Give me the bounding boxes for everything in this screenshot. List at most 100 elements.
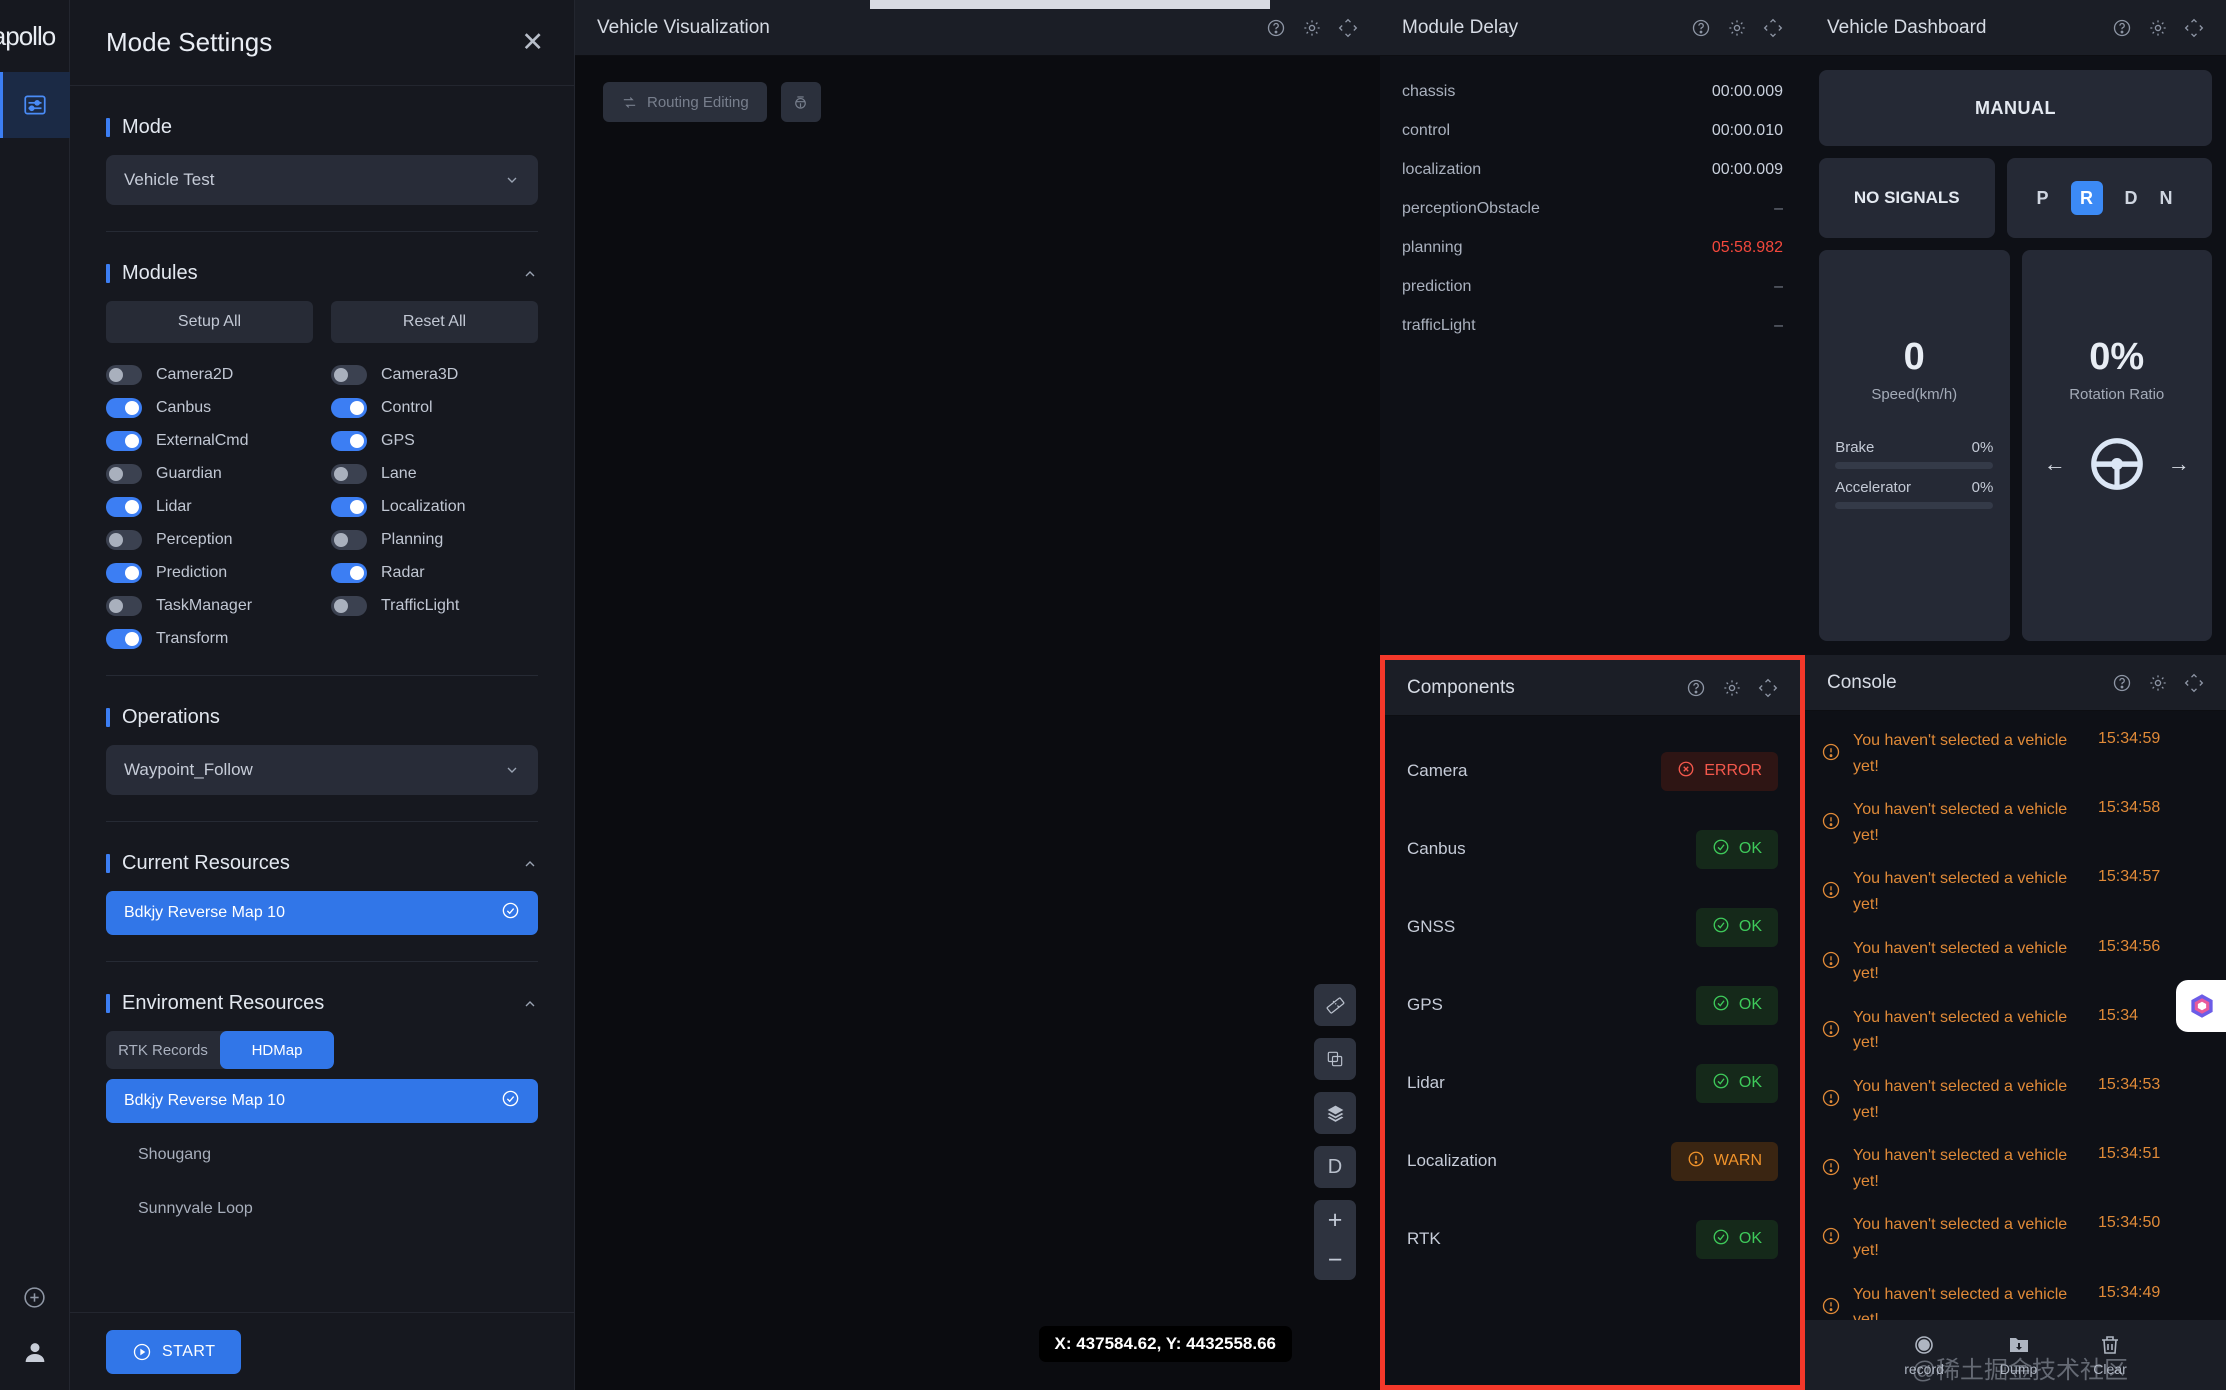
record-button[interactable]: record [1904,1333,1944,1377]
move-icon[interactable] [1338,18,1358,38]
setup-all-button[interactable]: Setup All [106,301,313,343]
toggle-switch[interactable] [331,464,367,484]
console-timestamp: 15:34:56 [2098,937,2161,955]
chevron-down-icon [507,177,517,183]
module-toggle-radar[interactable]: Radar [331,563,538,583]
gear-icon[interactable] [1727,18,1747,38]
console-message: You haven't selected a vehicle yet! [1853,1216,2068,1259]
module-toggle-taskmanager[interactable]: TaskManager [106,596,313,616]
toggle-switch[interactable] [331,398,367,418]
record-icon [1915,1336,1933,1354]
toggle-switch[interactable] [106,464,142,484]
help-icon[interactable] [2112,18,2132,38]
start-button[interactable]: START [106,1329,242,1374]
gear-option-D[interactable]: D [2125,188,2138,209]
module-toggle-externalcmd[interactable]: ExternalCmd [106,431,313,451]
toggle-switch[interactable] [331,596,367,616]
rail-item-add[interactable] [22,1285,47,1315]
brake-bar [1835,462,1994,469]
module-toggle-perception[interactable]: Perception [106,530,313,550]
console-log-list[interactable]: You haven't selected a vehicle yet! 15:34… [1805,711,2226,1320]
zoom-in-button[interactable]: + [1314,1200,1356,1240]
gear-icon[interactable] [1302,18,1322,38]
ruler-icon[interactable] [1314,984,1356,1026]
gear-option-N[interactable]: N [2160,188,2173,209]
toggle-switch[interactable] [331,563,367,583]
toggle-switch[interactable] [331,497,367,517]
env-tab-hdmap[interactable]: HDMap [220,1031,334,1069]
module-toggle-camera3d[interactable]: Camera3D [331,365,538,385]
module-toggle-trafficlight[interactable]: TrafficLight [331,596,538,616]
gear-option-P[interactable]: P [2037,188,2049,209]
module-toggle-lidar[interactable]: Lidar [106,497,313,517]
module-toggle-lane[interactable]: Lane [331,464,538,484]
close-icon[interactable]: ✕ [521,29,544,56]
module-toggle-localization[interactable]: Localization [331,497,538,517]
console-entry: You haven't selected a vehicle yet! 15:34… [1821,1203,2210,1272]
visualization-canvas[interactable]: Routing Editing D + − X: 437584.62, Y: 4… [575,56,1380,1390]
component-name: Canbus [1407,839,1466,858]
rail-item-mode-settings[interactable] [0,72,70,138]
module-toggle-guardian[interactable]: Guardian [106,464,313,484]
zoom-out-button[interactable]: − [1314,1240,1356,1280]
environment-resource-item[interactable]: Bdkjy Reverse Map 10 [106,1079,538,1123]
component-row: Camera ERROR [1407,732,1778,810]
module-toggle-gps[interactable]: GPS [331,431,538,451]
toggle-switch[interactable] [106,563,142,583]
module-toggle-transform[interactable]: Transform [106,629,313,649]
help-icon[interactable] [2112,673,2132,693]
chevron-up-icon[interactable] [522,996,538,1012]
module-toggle-prediction[interactable]: Prediction [106,563,313,583]
toggle-switch[interactable] [106,596,142,616]
operations-select[interactable]: Waypoint_Follow [106,745,538,795]
floating-app-logo[interactable] [2176,980,2226,1032]
toggle-switch[interactable] [106,629,142,649]
mode-select[interactable]: Vehicle Test [106,155,538,205]
signal-indicator: NO SIGNALS [1819,158,1995,238]
toggle-switch[interactable] [106,365,142,385]
copy-icon[interactable] [1314,1038,1356,1080]
module-delay-row: localization 00:00.009 [1402,150,1783,189]
component-row: Localization WARN [1407,1122,1778,1200]
help-icon[interactable] [1266,18,1286,38]
chevron-up-icon[interactable] [522,856,538,872]
environment-resource-item[interactable]: Sunnyvale Loop [106,1187,538,1231]
rail-item-profile[interactable] [20,1337,50,1372]
gear-option-R[interactable]: R [2070,181,2103,215]
section-title: Enviroment Resources [122,992,325,1014]
toggle-switch[interactable] [106,398,142,418]
help-icon[interactable] [1691,18,1711,38]
direction-d-button[interactable]: D [1314,1146,1356,1188]
move-icon[interactable] [1763,18,1783,38]
toggle-switch[interactable] [106,530,142,550]
map-tool-button[interactable] [780,82,821,122]
gear-icon[interactable] [2148,673,2168,693]
current-resource-item[interactable]: Bdkjy Reverse Map 10 [106,891,538,935]
toggle-switch[interactable] [331,530,367,550]
toggle-switch[interactable] [331,431,367,451]
toggle-switch[interactable] [331,365,367,385]
module-toggle-canbus[interactable]: Canbus [106,398,313,418]
layers-icon[interactable] [1314,1092,1356,1134]
gear-icon[interactable] [2148,18,2168,38]
move-icon[interactable] [1758,678,1778,698]
help-icon[interactable] [1686,678,1706,698]
move-icon[interactable] [2184,673,2204,693]
reset-all-button[interactable]: Reset All [331,301,538,343]
module-toggle-control[interactable]: Control [331,398,538,418]
clear-button[interactable]: Clear [2093,1333,2127,1377]
module-toggle-camera2d[interactable]: Camera2D [106,365,313,385]
move-icon[interactable] [2184,18,2204,38]
toggle-switch[interactable] [106,431,142,451]
routing-editing-button[interactable]: Routing Editing [603,82,767,122]
module-delay-header: Module Delay [1380,0,1805,56]
console-message: You haven't selected a vehicle yet! [1853,939,2068,983]
gear-icon[interactable] [1722,678,1742,698]
environment-resource-item[interactable]: Shougang [106,1133,538,1177]
env-tab-rtk-records[interactable]: RTK Records [106,1031,220,1069]
dump-button[interactable]: Dump [2000,1333,2037,1377]
component-row: RTK OK [1407,1200,1778,1278]
chevron-up-icon[interactable] [522,266,538,282]
toggle-switch[interactable] [106,497,142,517]
module-toggle-planning[interactable]: Planning [331,530,538,550]
